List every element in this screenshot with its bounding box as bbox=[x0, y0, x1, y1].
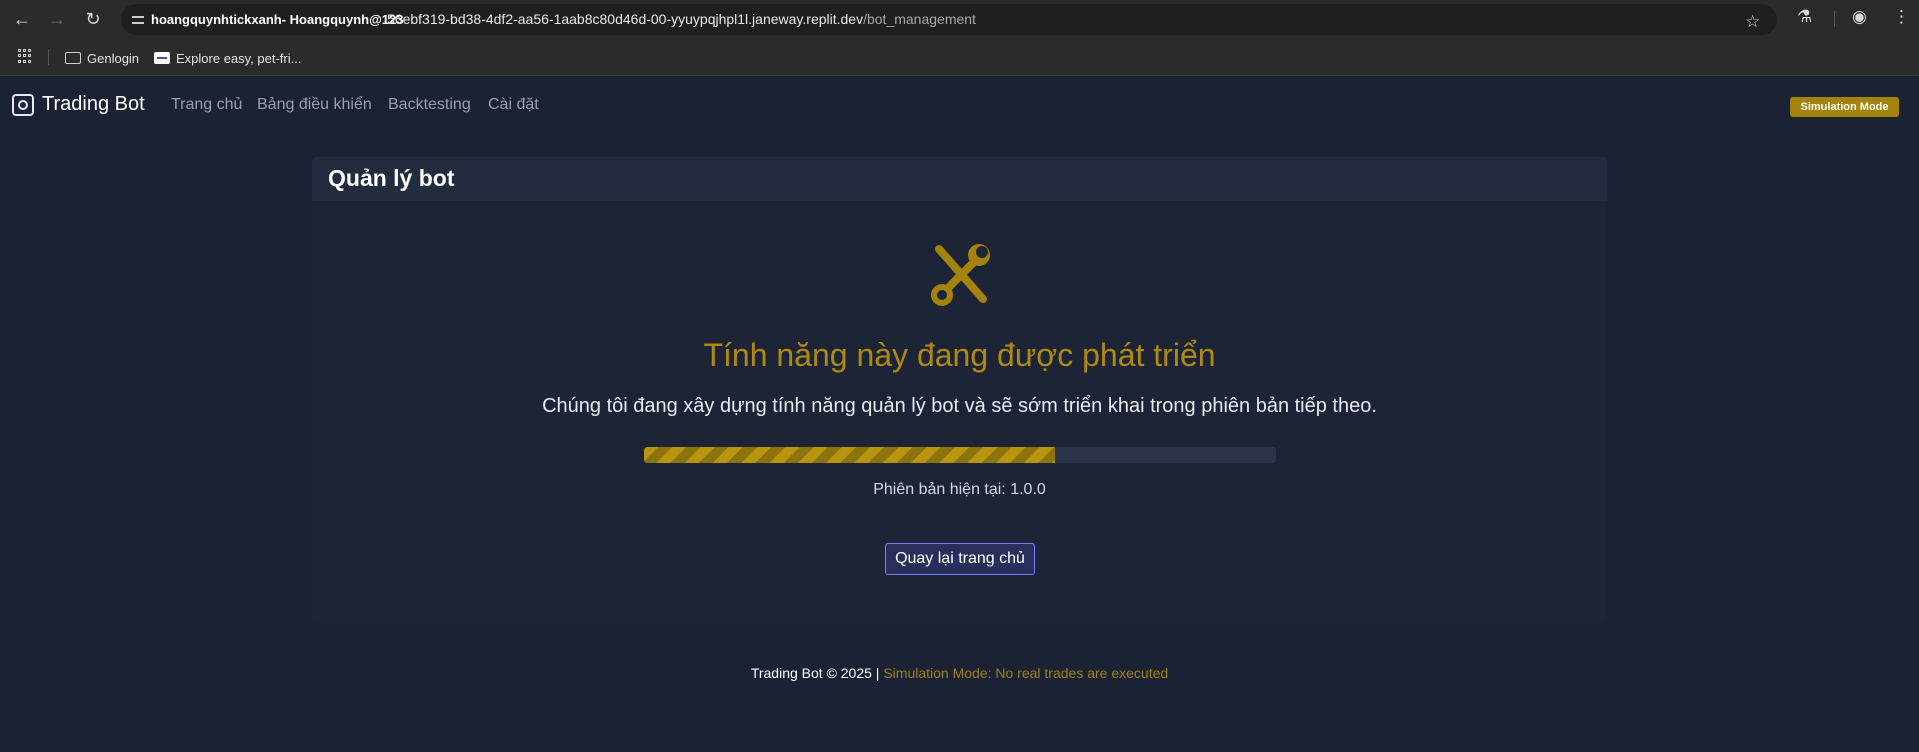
tools-icon bbox=[931, 244, 990, 306]
back-home-button[interactable]: Quay lại trang chủ bbox=[885, 543, 1035, 575]
back-arrow-icon[interactable]: ← bbox=[10, 7, 34, 31]
folder-icon bbox=[65, 52, 81, 64]
bookmark-star-icon[interactable]: ☆ bbox=[1745, 12, 1760, 32]
footer: Trading Bot © 2025 | Simulation Mode: No… bbox=[0, 665, 1919, 681]
app-navbar: Trading Bot Trang chủ Bảng điều khiển Ba… bbox=[0, 77, 1919, 132]
version-text: Phiên bản hiện tại: 1.0.0 bbox=[873, 481, 1046, 498]
bookmarks-divider bbox=[48, 49, 49, 65]
url-host: 56ebf319-bd38-4df2-aa56-1aab8c80d46d-00-… bbox=[387, 11, 864, 27]
footer-simulation-note: Simulation Mode: No real trades are exec… bbox=[883, 665, 1169, 681]
toolbar-divider bbox=[1834, 11, 1835, 27]
footer-copyright: Trading Bot © 2025 | bbox=[750, 665, 880, 681]
nav-link-settings[interactable]: Cài đặt bbox=[488, 96, 539, 114]
url-text[interactable]: 56ebf319-bd38-4df2-aa56-1aab8c80d46d-00-… bbox=[387, 11, 976, 27]
bookmark-label: Genlogin bbox=[87, 50, 140, 66]
bookmark-genlogin[interactable]: Genlogin bbox=[65, 49, 139, 67]
bookmark-label: Explore easy, pet-fri... bbox=[176, 50, 302, 66]
brand-name: Trading Bot bbox=[42, 93, 145, 115]
cpu-chip-icon bbox=[12, 93, 34, 116]
site-info-chip[interactable]: hoangquynhtickxanh- Hoangquynh@123 bbox=[131, 9, 403, 30]
reload-icon[interactable]: ↻ bbox=[81, 7, 105, 31]
card-header: Quản lý bot bbox=[312, 157, 1607, 201]
site-favicon bbox=[154, 52, 170, 64]
forward-arrow-icon[interactable]: → bbox=[45, 7, 69, 31]
bookmark-explore[interactable]: Explore easy, pet-fri... bbox=[154, 49, 301, 67]
simulation-mode-badge: Simulation Mode bbox=[1790, 97, 1899, 117]
labs-flask-icon[interactable]: ⚗ bbox=[1797, 7, 1812, 27]
app-page: Trading Bot Trang chủ Bảng điều khiển Ba… bbox=[0, 77, 1919, 752]
nav-link-dashboard[interactable]: Bảng điều khiển bbox=[257, 96, 372, 114]
page-title: Quản lý bot bbox=[328, 165, 455, 191]
development-description: Chúng tôi đang xây dựng tính năng quản l… bbox=[542, 395, 1377, 417]
menu-kebab-icon[interactable]: ⋮ bbox=[1893, 7, 1910, 27]
site-settings-icon bbox=[131, 13, 145, 27]
nav-link-backtesting[interactable]: Backtesting bbox=[388, 96, 471, 114]
apps-grid-icon[interactable] bbox=[18, 49, 32, 63]
nav-link-home[interactable]: Trang chủ bbox=[171, 96, 242, 114]
development-heading: Tính năng này đang được phát triển bbox=[703, 337, 1216, 373]
bookmarks-bar: Genlogin Explore easy, pet-fri... bbox=[0, 38, 1919, 76]
url-path: /bot_management bbox=[863, 11, 976, 27]
progress-fill bbox=[644, 447, 1055, 463]
site-chip-label: hoangquynhtickxanh- Hoangquynh@123 bbox=[151, 12, 404, 27]
browser-toolbar: ← → ↻ hoangquynhtickxanh- Hoangquynh@123… bbox=[0, 0, 1919, 38]
profile-icon[interactable]: ◉ bbox=[1852, 7, 1867, 27]
development-progress-bar bbox=[644, 447, 1276, 463]
brand-link[interactable]: Trading Bot bbox=[12, 93, 145, 116]
address-bar[interactable]: hoangquynhtickxanh- Hoangquynh@123 56ebf… bbox=[121, 4, 1777, 35]
